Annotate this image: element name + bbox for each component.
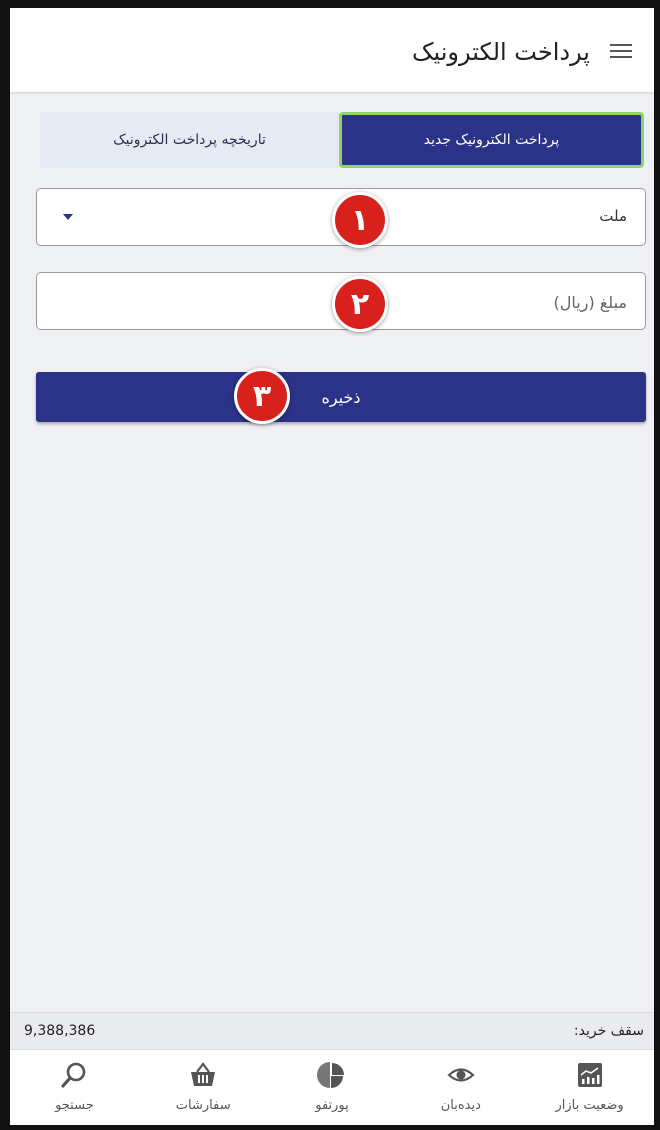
- portfolio-pie-icon: [317, 1062, 344, 1088]
- tab-new-payment[interactable]: پرداخت الکترونیک جدید: [339, 112, 644, 168]
- bottom-navigation: وضعیت بازار دیده‌بان پورتفو: [10, 1049, 654, 1125]
- eye-icon: [447, 1068, 475, 1082]
- annotation-badge-2: ۲: [332, 276, 388, 332]
- page-title: پرداخت الکترونیک: [411, 38, 590, 66]
- app-header: پرداخت الکترونیک: [10, 8, 654, 92]
- basket-icon: [191, 1062, 216, 1086]
- nav-label-watchlist: دیده‌بان: [440, 1098, 481, 1113]
- purchase-limit-label: سقف خرید:: [573, 1023, 644, 1039]
- tab-payment-history[interactable]: تاریخچه پرداخت الکترونیک: [40, 112, 339, 168]
- nav-item-search[interactable]: جستجو: [10, 1050, 139, 1125]
- nav-item-orders[interactable]: سفارشات: [139, 1050, 268, 1125]
- annotation-badge-1: ۱: [332, 192, 388, 248]
- market-chart-icon: [577, 1063, 602, 1087]
- annotation-badge-3: ۳: [234, 368, 290, 424]
- dropdown-caret-icon: [63, 214, 73, 220]
- search-icon: [61, 1062, 86, 1088]
- purchase-limit-value: 9,388,386: [24, 1023, 96, 1039]
- bank-select-value: ملت: [599, 207, 627, 225]
- nav-item-watchlist[interactable]: دیده‌بان: [396, 1050, 525, 1125]
- nav-label-search: جستجو: [55, 1098, 94, 1113]
- nav-label-market-status: وضعیت بازار: [555, 1098, 624, 1113]
- payment-tabs: پرداخت الکترونیک جدید تاریخچه پرداخت الک…: [40, 112, 644, 168]
- hamburger-menu-icon[interactable]: [610, 44, 632, 58]
- save-button[interactable]: ذخیره: [36, 372, 646, 422]
- purchase-limit-bar: سقف خرید: 9,388,386: [10, 1012, 654, 1049]
- nav-item-market-status[interactable]: وضعیت بازار: [525, 1050, 654, 1125]
- nav-label-portfolio: پورتفو: [315, 1098, 349, 1113]
- nav-item-portfolio[interactable]: پورتفو: [268, 1050, 397, 1125]
- nav-label-orders: سفارشات: [175, 1098, 231, 1113]
- app-frame: پرداخت الکترونیک پرداخت الکترونیک جدید ت…: [0, 0, 660, 1130]
